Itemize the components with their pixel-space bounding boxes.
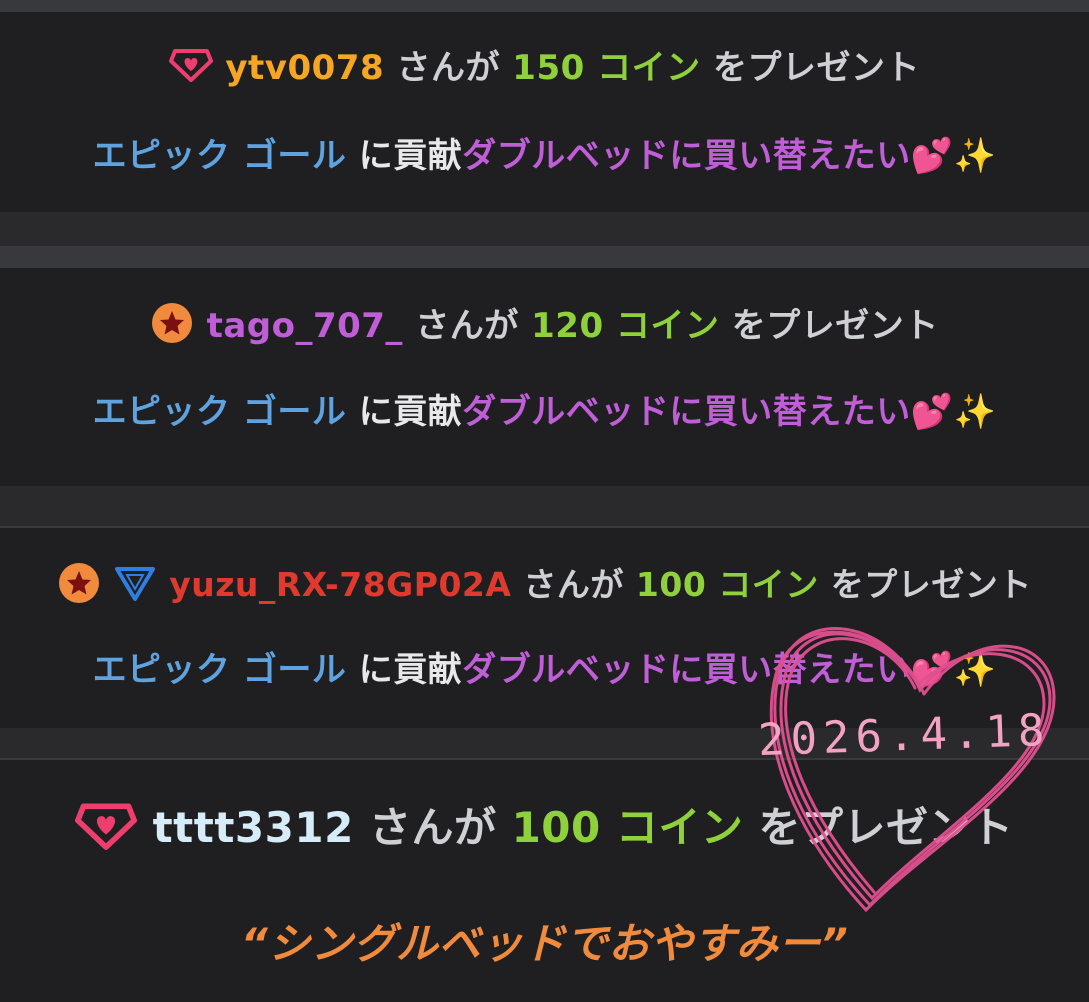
- pink-scribble-heart-icon: [769, 627, 1056, 913]
- handwritten-date: 2026.4.18: [757, 704, 1052, 767]
